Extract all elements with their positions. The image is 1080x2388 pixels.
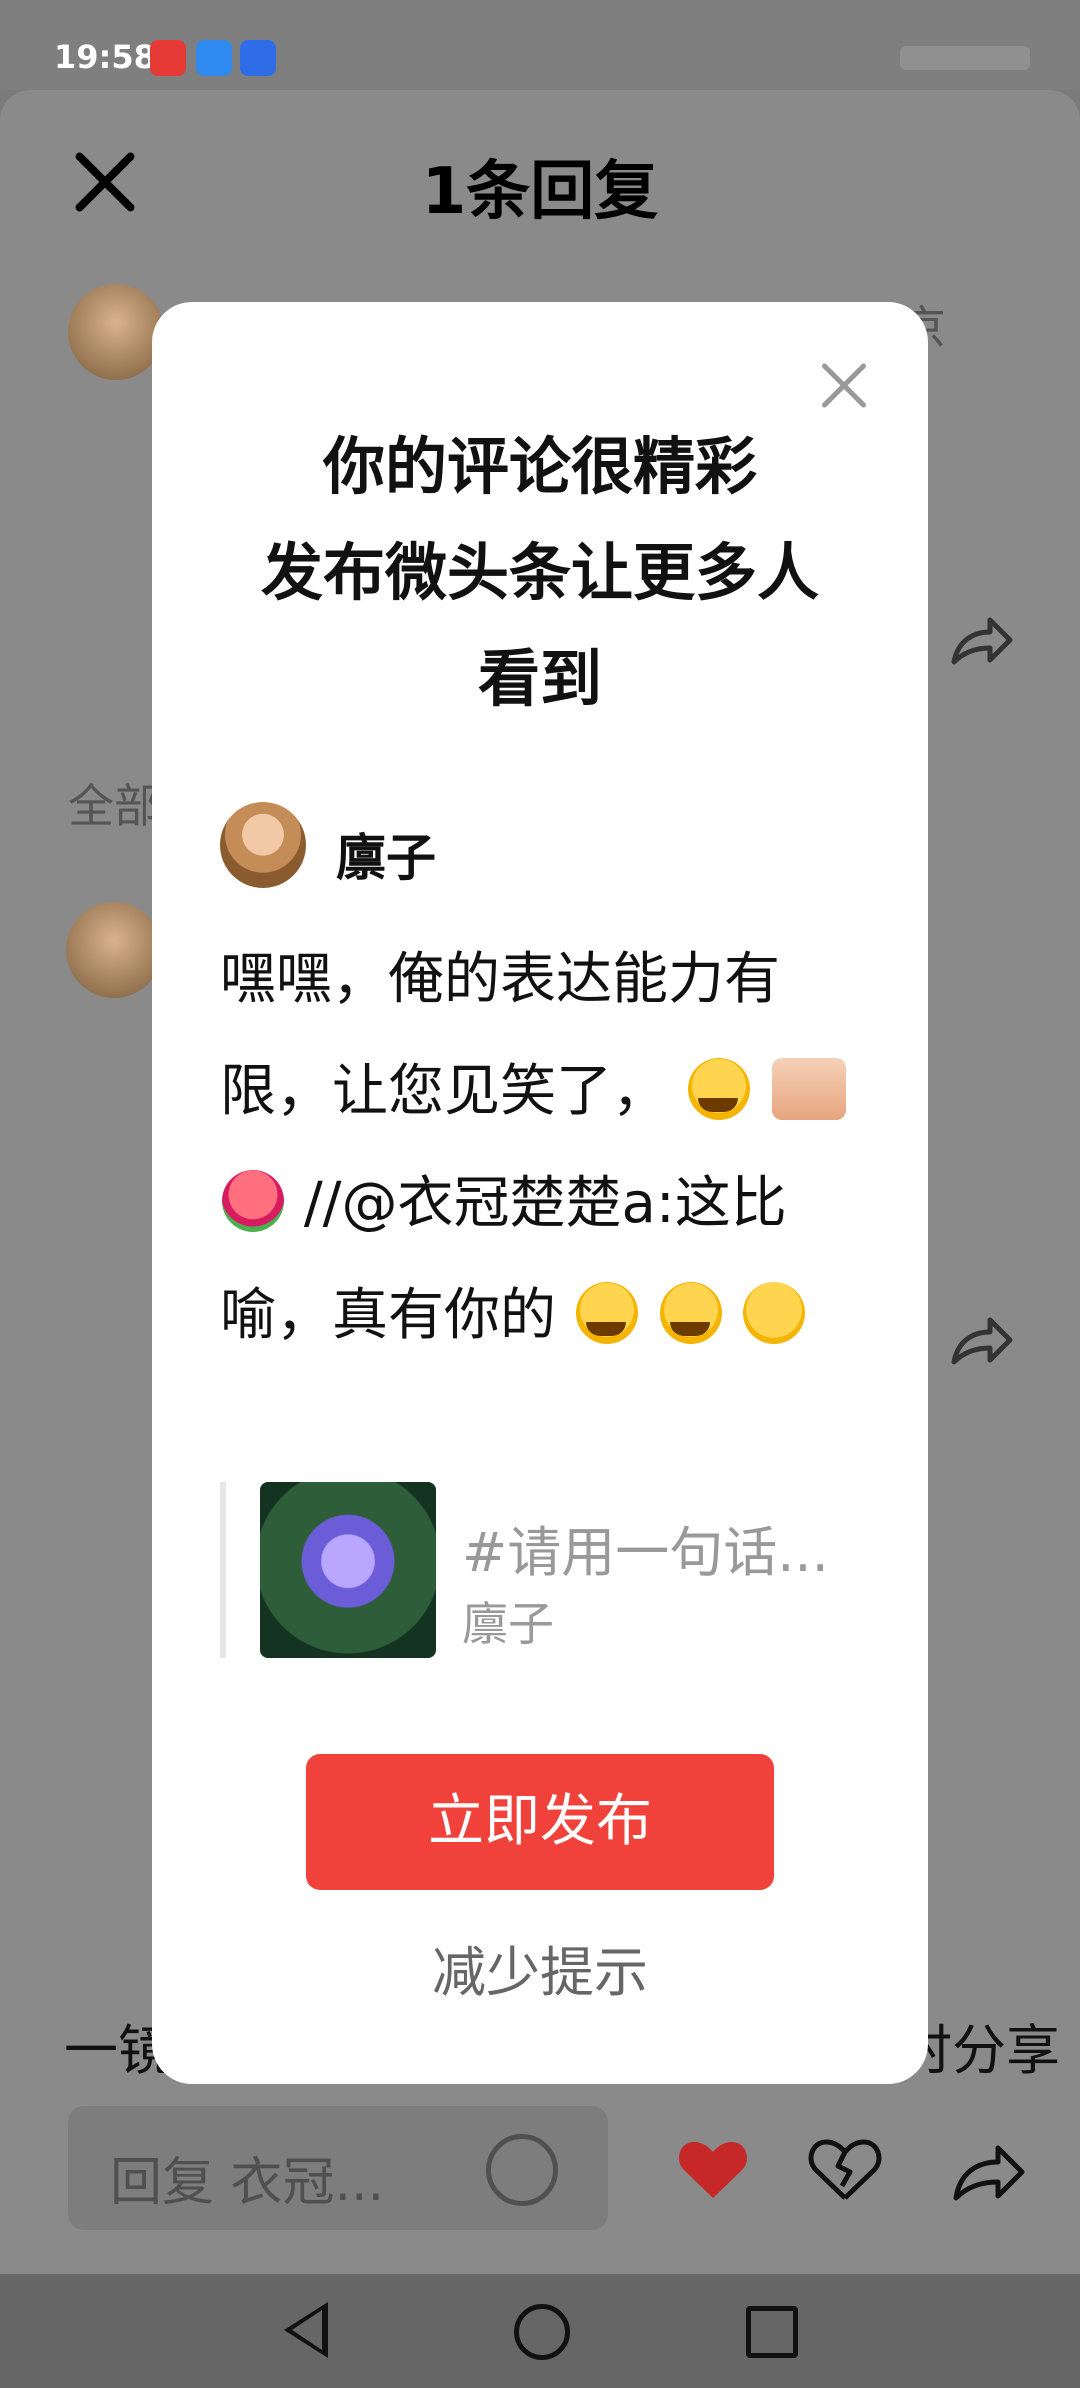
title-line-3: 看到 (477, 642, 602, 715)
emoji-icon[interactable] (486, 2134, 558, 2206)
navigation-bar (0, 2274, 1080, 2388)
recent-apps-icon[interactable] (746, 2306, 798, 2358)
section-label: 全部 (68, 779, 160, 833)
back-icon[interactable] (284, 2302, 328, 2358)
status-time: 19:58 (54, 38, 156, 76)
sheet-title: 1条回复 (421, 155, 659, 229)
publish-button[interactable]: 立即发布 (306, 1754, 774, 1890)
laughing-emoji-icon (575, 1282, 638, 1344)
quoted-post-thumbnail (260, 1482, 436, 1658)
quoted-post-title: #请用一句话... (462, 1521, 829, 1584)
close-icon[interactable] (820, 362, 868, 410)
baidu-notification-icon (240, 40, 276, 76)
reduce-prompts-link[interactable]: 减少提示 (152, 1928, 928, 2007)
title-line-1: 你的评论很精彩 (322, 430, 757, 503)
thumbs-up-emoji-icon (771, 1058, 846, 1120)
avatar (220, 802, 306, 888)
dialog-title: 你的评论很精彩 发布微头条让更多人 看到 (192, 414, 888, 732)
weather-notification-icon (196, 40, 232, 76)
laughing-crying-emoji-icon (687, 1058, 750, 1120)
reply-input[interactable]: 回复 衣冠... (68, 2106, 608, 2230)
rose-emoji-icon (222, 1170, 284, 1232)
toutiao-notification-icon (150, 40, 186, 76)
share-icon[interactable] (946, 610, 1016, 670)
comment-text: 嘿嘿，俺的表达能力有限，让您见笑了， //@衣冠楚楚a:这比喻，真有你的 (220, 924, 880, 1372)
quoted-post[interactable]: #请用一句话... 廪子 (220, 1482, 866, 1658)
broken-heart-icon[interactable] (808, 2136, 882, 2202)
status-bar: 19:58 (0, 0, 1080, 90)
author-name: 廪子 (336, 829, 436, 887)
status-indicators-icon (900, 46, 1030, 70)
avatar[interactable] (68, 284, 164, 380)
share-icon[interactable] (948, 2136, 1028, 2206)
thinking-emoji-icon (743, 1282, 806, 1344)
title-line-2: 发布微头条让更多人 (260, 536, 819, 609)
home-icon[interactable] (514, 2304, 570, 2360)
reply-placeholder: 回复 衣冠... (110, 2153, 385, 2213)
share-icon[interactable] (946, 1310, 1016, 1370)
laughing-crying-emoji-icon (659, 1282, 722, 1344)
quoted-post-author: 廪子 (462, 1597, 554, 1651)
publish-prompt-dialog: 你的评论很精彩 发布微头条让更多人 看到 廪子 嘿嘿，俺的表达能力有限，让您见笑… (152, 302, 928, 2084)
heart-icon[interactable] (676, 2136, 750, 2202)
avatar[interactable] (66, 902, 162, 998)
